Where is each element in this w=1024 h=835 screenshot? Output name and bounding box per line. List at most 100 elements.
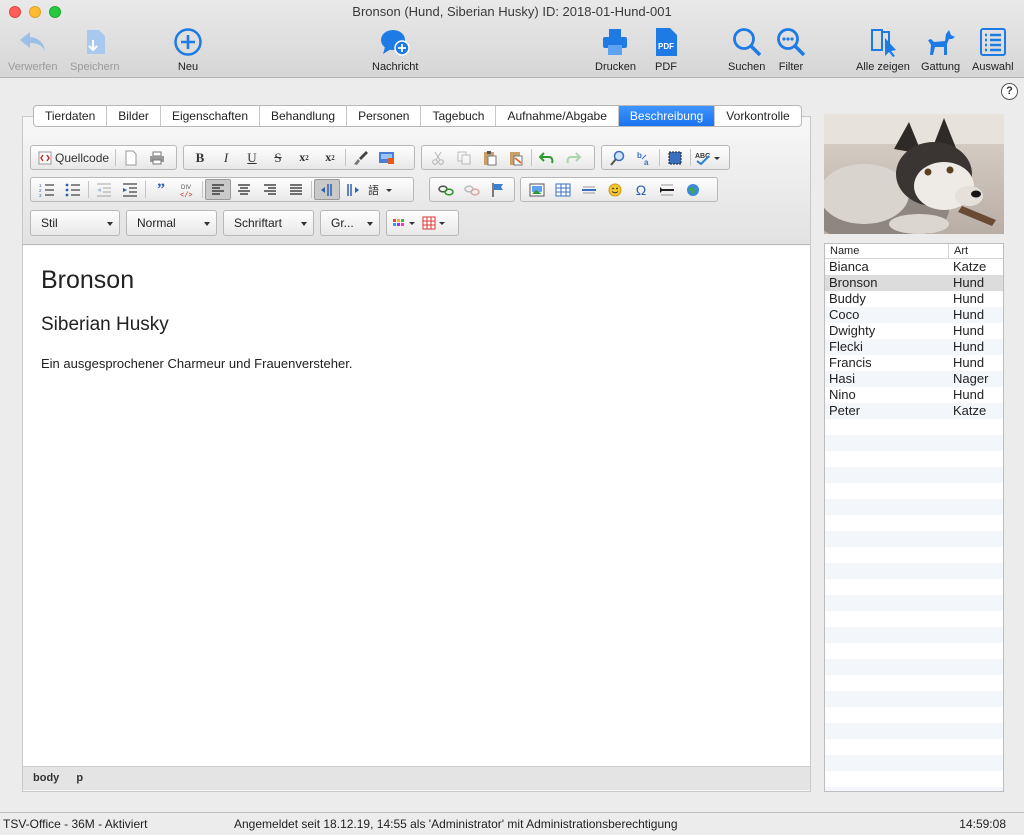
list-row[interactable]: Coco Hund (825, 307, 1003, 323)
indent-icon[interactable] (117, 179, 143, 200)
language-icon[interactable]: 語 (366, 179, 396, 200)
remove-format-icon (379, 151, 394, 164)
tab-tierdaten[interactable]: Tierdaten (34, 106, 108, 126)
anchor-flag-icon[interactable] (485, 179, 511, 200)
italic-icon[interactable]: I (213, 147, 239, 168)
strikethrough-icon[interactable]: S (265, 147, 291, 168)
path-body[interactable]: body (33, 772, 59, 784)
filter-button[interactable]: Filter (775, 26, 807, 73)
source-code-button[interactable]: Quellcode (34, 147, 113, 168)
bullet-list-icon[interactable] (60, 179, 86, 200)
genus-button[interactable]: Gattung (921, 26, 960, 73)
help-button[interactable]: ? (1001, 83, 1018, 100)
window-title: Bronson (Hund, Siberian Husky) ID: 2018-… (352, 4, 672, 19)
tab-tagebuch[interactable]: Tagebuch (421, 106, 497, 126)
text-color-icon[interactable] (390, 213, 420, 234)
bold-icon[interactable]: B (187, 147, 213, 168)
print-editor-button[interactable] (144, 147, 170, 168)
smiley-icon[interactable] (602, 179, 628, 200)
superscript-icon[interactable]: x2 (317, 147, 343, 168)
new-button[interactable]: Neu (172, 26, 204, 73)
column-header-art[interactable]: Art (949, 244, 968, 258)
align-justify-icon[interactable] (283, 179, 309, 200)
search-button[interactable]: Suchen (728, 26, 765, 73)
outdent-icon[interactable] (91, 179, 117, 200)
tab-aufnahme-abgabe[interactable]: Aufnahme/Abgabe (496, 106, 619, 126)
new-page-button[interactable] (118, 147, 144, 168)
list-row[interactable]: Hasi Nager (825, 371, 1003, 387)
list-row-selected[interactable]: Bronson Hund (825, 275, 1003, 291)
tab-eigenschaften[interactable]: Eigenschaften (161, 106, 260, 126)
list-row[interactable]: Peter Katze (825, 403, 1003, 419)
numbered-list-icon[interactable]: 123 (34, 179, 60, 200)
page-break-icon[interactable] (654, 179, 680, 200)
tab-behandlung[interactable]: Behandlung (260, 106, 348, 126)
tab-beschreibung[interactable]: Beschreibung (618, 106, 716, 126)
special-character-icon[interactable]: Ω (628, 179, 654, 200)
background-color-icon[interactable] (420, 213, 450, 234)
save-button[interactable]: Speichern (70, 26, 120, 73)
new-label: Neu (177, 61, 199, 73)
size-dropdown[interactable]: Gr... (320, 210, 380, 236)
list-row[interactable]: Dwighty Hund (825, 323, 1003, 339)
image-icon[interactable] (524, 179, 550, 200)
remove-format-button[interactable] (374, 147, 400, 168)
horizontal-rule-icon[interactable] (576, 179, 602, 200)
cut-icon[interactable] (425, 147, 451, 168)
column-header-name[interactable]: Name (825, 244, 949, 258)
align-center-icon[interactable] (231, 179, 257, 200)
select-all-icon[interactable] (662, 147, 688, 168)
pdf-button[interactable]: PDF PDF (650, 26, 682, 73)
text-direction-rtl-icon[interactable] (340, 179, 366, 200)
subscript-icon[interactable]: x2 (291, 147, 317, 168)
find-icon[interactable] (605, 147, 631, 168)
element-path-bar: body p (23, 766, 810, 790)
div-container-icon[interactable]: DIV </> (174, 179, 200, 200)
font-dropdown[interactable]: Schriftart (223, 210, 314, 236)
discard-button[interactable]: Verwerfen (8, 26, 58, 73)
filter-search-icon (777, 28, 806, 57)
path-p[interactable]: p (76, 772, 83, 784)
spellcheck-icon[interactable]: ABC (693, 147, 723, 168)
tab-vorkontrolle[interactable]: Vorkontrolle (715, 106, 800, 126)
align-right-icon[interactable] (257, 179, 283, 200)
content-subheading[interactable]: Siberian Husky (41, 314, 169, 336)
row-art: Hund (953, 339, 985, 354)
svg-text:</>: </> (180, 192, 193, 198)
blockquote-icon[interactable]: ” (148, 179, 174, 200)
undo-icon[interactable] (534, 147, 560, 168)
selection-button[interactable]: Auswahl (972, 26, 1014, 73)
message-button[interactable]: Nachricht (372, 26, 418, 73)
copy-icon[interactable] (451, 147, 477, 168)
list-row[interactable]: Francis Hund (825, 355, 1003, 371)
text-direction-ltr-icon[interactable] (314, 179, 340, 200)
print-button[interactable]: Drucken (595, 26, 636, 73)
editor-content[interactable]: Bronson Siberian Husky Ein ausgesprochen… (23, 246, 810, 766)
tab-bilder[interactable]: Bilder (107, 106, 161, 126)
list-row[interactable]: Buddy Hund (825, 291, 1003, 307)
paste-icon[interactable] (477, 147, 503, 168)
unlink-icon[interactable] (459, 179, 485, 200)
redo-icon[interactable] (560, 147, 586, 168)
format-dropdown[interactable]: Normal (126, 210, 217, 236)
content-paragraph[interactable]: Ein ausgesprochener Charmeur und Frauenv… (41, 356, 352, 371)
message-bubble-icon (381, 30, 410, 56)
iframe-globe-icon[interactable] (680, 179, 706, 200)
content-heading[interactable]: Bronson (41, 266, 134, 295)
underline-icon[interactable]: U (239, 147, 265, 168)
paste-word-icon[interactable] (503, 147, 529, 168)
show-all-button[interactable]: Alle zeigen (856, 26, 910, 73)
list-row[interactable]: Nino Hund (825, 387, 1003, 403)
style-dropdown[interactable]: Stil (30, 210, 120, 236)
link-icon[interactable] (433, 179, 459, 200)
table-icon[interactable] (550, 179, 576, 200)
align-left-icon[interactable] (205, 179, 231, 200)
svg-text:語: 語 (368, 183, 379, 197)
list-row[interactable]: Bianca Katze (825, 259, 1003, 275)
copy-format-button[interactable] (348, 147, 374, 168)
tab-personen[interactable]: Personen (347, 106, 422, 126)
row-art: Katze (953, 259, 987, 274)
list-row[interactable]: Flecki Hund (825, 339, 1003, 355)
replace-icon[interactable]: ba (631, 147, 657, 168)
discard-label: Verwerfen (8, 61, 58, 73)
